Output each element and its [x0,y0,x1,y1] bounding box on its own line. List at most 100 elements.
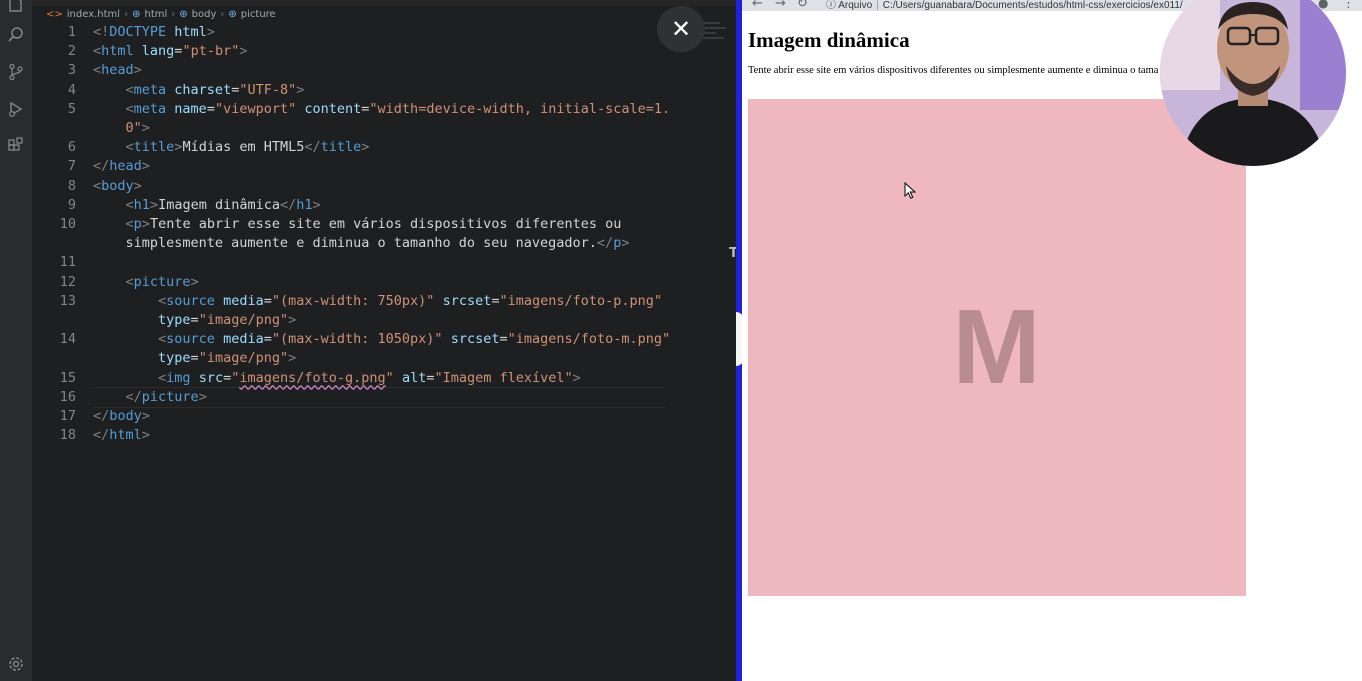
breadcrumb-item[interactable]: index.html [67,9,120,20]
code-token: > [198,388,207,405]
code-token: meta [133,100,175,117]
code-token: Tente abrir esse site em vários disposit… [149,216,622,232]
breadcrumb-item[interactable]: picture [241,9,276,20]
code-line[interactable]: <meta charset="UTF-8"> [93,81,305,98]
code-line[interactable]: simplesmente aumente e diminua o tamanho… [93,235,630,251]
breadcrumb-item[interactable]: body [192,9,217,20]
line-number: 8 [67,177,76,194]
forward-icon[interactable]: → [775,0,786,11]
code-line[interactable]: <title>Mídias em HTML5</title> [93,139,370,156]
code-token: </ [125,388,142,405]
code-line[interactable]: <source media="(max-width: 750px)" srcse… [93,293,662,309]
code-line[interactable]: <h1>Imagem dinâmica</h1> [93,197,321,213]
code-token: < [158,292,167,309]
code-token: head [109,158,142,175]
code-token: 0" [125,120,142,136]
line-number: 11 [59,254,76,271]
code-token: src [198,369,224,386]
code-token: < [93,62,102,79]
page-content: Imagem dinâmica Tente abrir esse site em… [748,28,1158,76]
code-token: < [125,100,134,117]
element-icon: ⊛ [228,8,237,20]
line-number: 15 [59,369,76,386]
code-token: </ [93,158,110,175]
source-control-icon[interactable] [6,62,26,82]
settings-gear-icon[interactable] [6,654,26,674]
code-token: > [296,81,305,98]
code-token: = [263,292,272,309]
close-icon: ✕ [670,15,692,43]
line-number: 13 [59,292,76,309]
html-file-icon: <> [46,8,63,20]
code-line[interactable]: type="image/png"> [93,350,296,366]
line-number: 17 [59,408,76,424]
code-token: > [361,139,370,156]
code-token: "imagens/foto-p.png" [499,292,663,309]
code-token: type [158,312,191,328]
chevron-right-icon: › [220,8,225,20]
code-token: srcset [450,331,500,348]
code-token: > [190,273,199,290]
line-number: 18 [59,427,76,444]
extensions-icon[interactable] [6,136,26,156]
code-token: h1 [133,196,150,213]
code-line[interactable]: <meta name="viewport" content="width=dev… [93,100,671,117]
code-token: meta [133,81,175,98]
code-token: type [158,350,191,367]
address-bar[interactable]: ⓘ Arquivo | C:/Users/guanabara/Documents/e… [826,0,1246,11]
line-number: 6 [67,139,76,156]
code-token: html [109,427,142,444]
code-line[interactable]: <p>Tente abrir esse site em vários dispo… [93,216,622,232]
code-token: "(max-width: 750px)" [271,292,435,309]
breadcrumb: <> index.html › ⊛ html › ⊛ body › ⊛ pict… [46,6,276,22]
code-line[interactable]: <!DOCTYPE html> [93,24,215,40]
code-line[interactable]: <html lang="pt-br"> [93,43,247,59]
code-token: > [141,216,150,232]
code-line[interactable]: </body> [93,408,150,424]
code-token: <! [93,24,110,40]
breadcrumb-item[interactable]: html [144,9,167,20]
code-token: = [223,369,232,386]
reload-icon[interactable]: ↻ [797,0,808,11]
run-debug-icon[interactable] [6,99,26,119]
code-line[interactable]: type="image/png"> [93,312,296,328]
close-button[interactable]: ✕ [657,6,705,52]
code-line[interactable]: </head> [93,158,150,174]
code-line[interactable]: <picture> [93,274,199,290]
line-number: 16 [59,388,76,405]
code-token: lang [141,43,175,60]
code-line[interactable]: <source media="(max-width: 1050px)" srcs… [93,331,670,347]
explorer-icon[interactable] [6,0,26,14]
code-token: < [125,139,134,156]
code-token: > [239,43,248,60]
search-icon[interactable] [6,25,26,45]
code-token: > [141,158,150,175]
code-token: Mídias em HTML5 [182,139,305,156]
code-token: " [385,369,394,386]
code-line[interactable]: </html> [93,427,150,443]
code-line[interactable]: <img src="imagens/foto-g.png" alt="Image… [93,370,581,386]
code-line[interactable]: </picture> [93,389,207,405]
code-token: p [133,216,142,232]
code-line[interactable]: 0"> [93,120,150,136]
code-token: "Imagem flexível" [434,369,573,386]
code-line[interactable]: <body> [93,178,142,194]
code-token: "UTF-8" [239,81,297,98]
code-token: > [572,369,581,386]
line-number: 3 [67,62,76,79]
code-token: body [109,408,142,424]
kebab-menu-icon[interactable]: ⋮ [1342,0,1355,11]
code-token: "image/png" [198,350,289,367]
line-number: 5 [67,100,76,117]
code-token: source [166,331,224,348]
back-icon[interactable]: ← [752,0,763,11]
code-line[interactable]: <head> [93,62,142,78]
code-token: < [93,43,102,60]
